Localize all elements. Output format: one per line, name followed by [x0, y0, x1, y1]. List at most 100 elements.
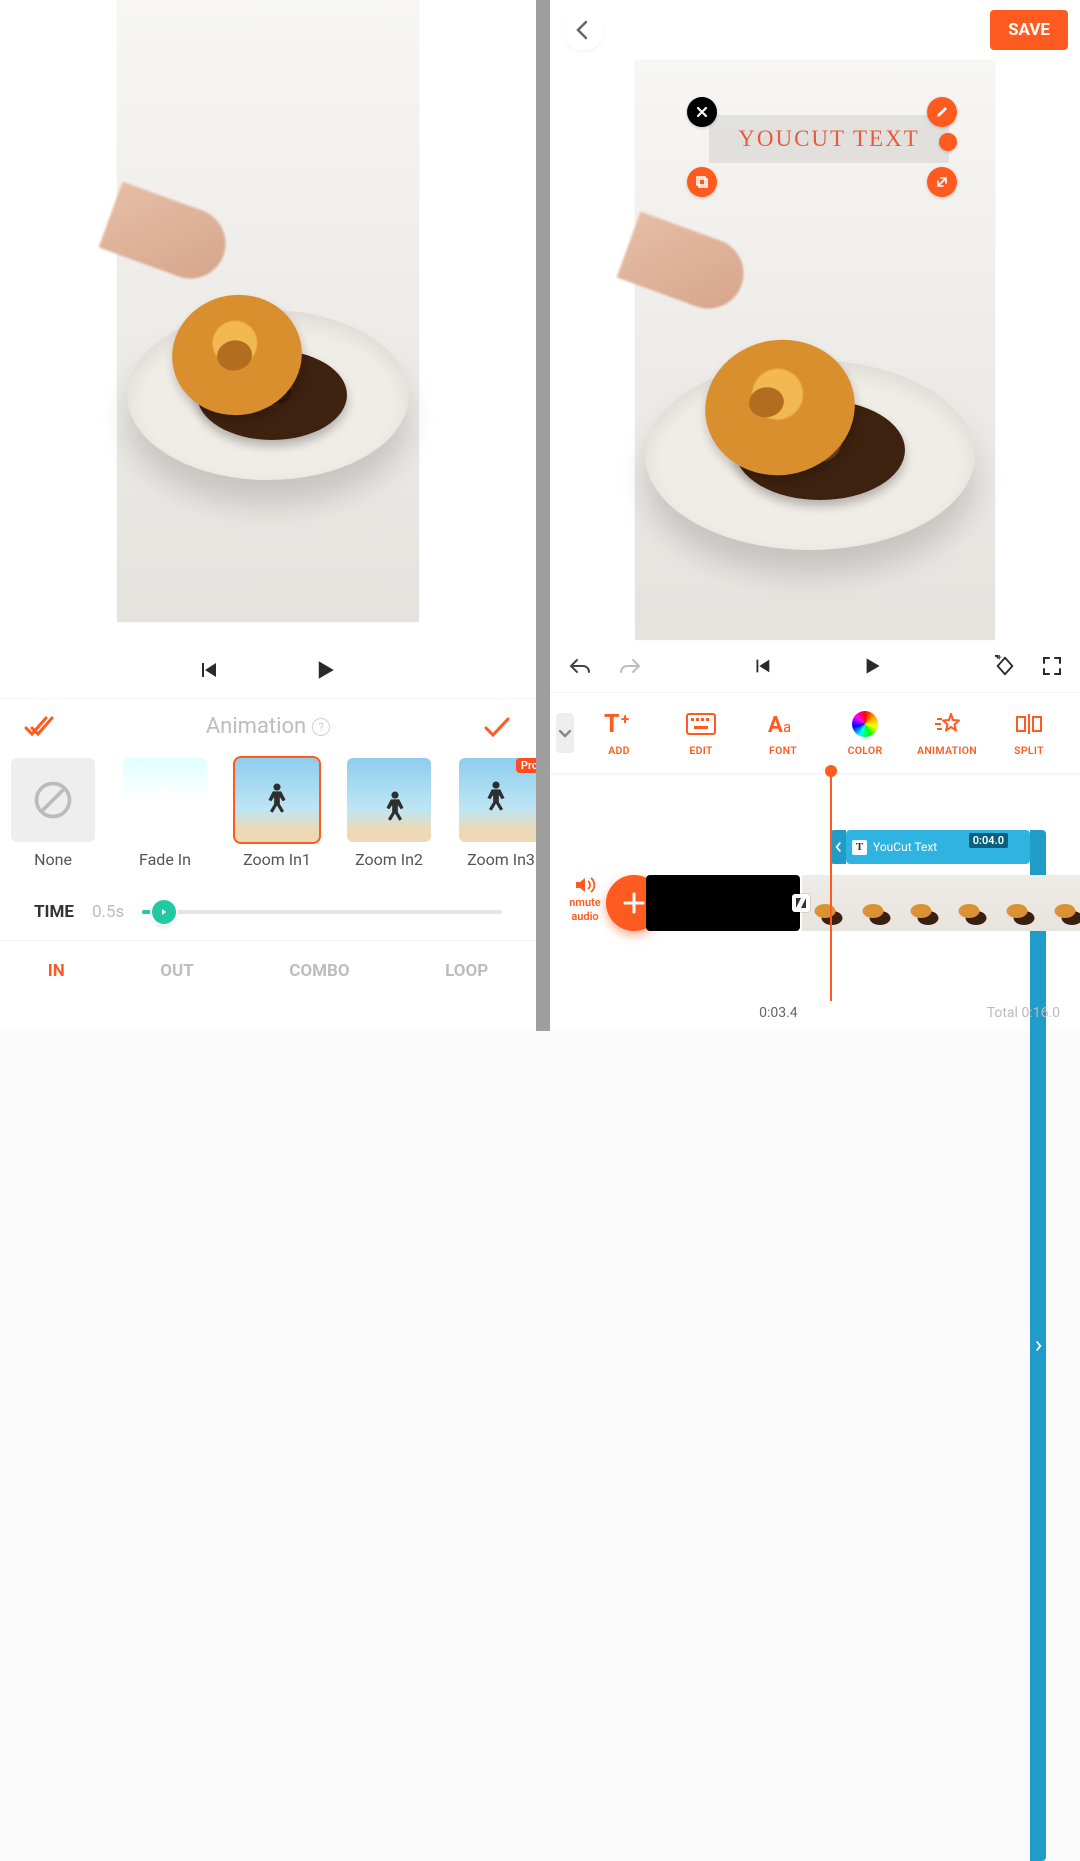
animation-panel: Animation ? None Fade In Zoom In1 [0, 0, 536, 1031]
svg-text:+: + [621, 711, 629, 728]
timeline-time-row: 0:03.4 Total 0:16.0 [550, 1001, 1080, 1025]
video-preview [0, 0, 536, 642]
tab-combo[interactable]: COMBO [279, 953, 359, 989]
video-clip-black[interactable] [646, 875, 800, 931]
text-clip-T-icon: T [852, 840, 867, 855]
transition-icon[interactable] [792, 894, 810, 912]
slider-thumb[interactable] [152, 900, 176, 924]
none-icon [11, 758, 95, 842]
save-button[interactable]: SAVE [990, 10, 1068, 50]
tool-edit[interactable]: EDIT [664, 710, 738, 757]
video-track-frames[interactable] [802, 875, 1080, 931]
tool-animation[interactable]: ANIMATION [910, 710, 984, 757]
keyframe-icon[interactable]: + [994, 655, 1016, 677]
tab-loop[interactable]: LOOP [435, 953, 498, 989]
resize-text-icon[interactable] [927, 167, 957, 197]
anim-label: Zoom In2 [355, 850, 423, 869]
text-overlay-content: YOUCUT TEXT [738, 126, 920, 152]
tool-label: ADD [608, 744, 630, 757]
edit-text-icon[interactable] [927, 97, 957, 127]
delete-text-icon[interactable] [687, 97, 717, 127]
svg-text:a: a [783, 718, 791, 736]
text-overlay-box[interactable]: YOUCUT TEXT [709, 115, 949, 163]
tool-label: ANIMATION [917, 744, 977, 757]
redo-icon[interactable] [618, 656, 642, 676]
tool-label: EDIT [689, 744, 712, 757]
video-frame [117, 0, 419, 622]
clip-label: YouCut Text [873, 840, 937, 854]
keyboard-icon [686, 710, 716, 738]
play-icon[interactable] [310, 655, 340, 685]
play-icon[interactable] [859, 653, 885, 679]
current-time: 0:03.4 [759, 1005, 798, 1021]
help-icon[interactable]: ? [312, 718, 330, 736]
text-clip[interactable]: T YouCut Text 0:04.0 [846, 830, 1030, 864]
animation-header: Animation ? [0, 698, 536, 754]
time-slider[interactable] [142, 910, 502, 914]
svg-text:A: A [768, 713, 783, 736]
tool-color[interactable]: COLOR [828, 710, 902, 757]
animation-options: None Fade In Zoom In1 Zoom In2 Pro Z [0, 754, 536, 884]
anim-label: None [34, 850, 72, 869]
text-overlay-frame[interactable]: YOUCUT TEXT [675, 95, 955, 175]
time-value: 0.5s [92, 902, 124, 922]
undo-icon[interactable] [568, 656, 592, 676]
fullscreen-icon[interactable] [1042, 656, 1062, 676]
svg-text:+: + [997, 655, 1002, 664]
unmute-audio-button[interactable]: nmute audio [558, 875, 612, 923]
pro-badge: Pro [516, 758, 536, 773]
tab-in[interactable]: IN [38, 953, 75, 989]
anim-label: Zoom In3 [467, 850, 535, 869]
editor-panel: SAVE YOUCUT TEXT [550, 0, 1080, 1031]
top-bar: SAVE [550, 0, 1080, 60]
text-clip-track: T YouCut Text 0:04.0 [830, 830, 1046, 864]
tool-label: COLOR [848, 744, 883, 757]
anim-option-zoomin2[interactable]: Zoom In2 [340, 758, 438, 884]
font-icon: Aa [768, 710, 798, 738]
animation-time: TIME 0.5s [0, 884, 536, 940]
collapse-toolbar-icon[interactable] [556, 713, 574, 753]
time-label: TIME [34, 902, 74, 922]
anim-option-zoomin3[interactable]: Pro Zoom In3 [452, 758, 536, 884]
tool-add[interactable]: T+ ADD [582, 710, 656, 757]
skip-start-icon[interactable] [751, 655, 773, 677]
split-icon [1015, 710, 1043, 738]
video-track[interactable] [646, 875, 800, 931]
playhead[interactable] [830, 769, 832, 1001]
anim-label: Fade In [139, 850, 191, 869]
tool-label: SPLIT [1014, 744, 1044, 757]
animation-title: Animation ? [54, 714, 482, 739]
add-text-icon: T+ [604, 710, 634, 738]
video-frame[interactable]: YOUCUT TEXT [635, 60, 995, 640]
clip-handle-left[interactable] [830, 830, 846, 864]
anim-label: Zoom In1 [243, 850, 311, 869]
apply-all-icon[interactable] [24, 716, 54, 738]
anim-option-fadein[interactable]: Fade In [116, 758, 214, 884]
color-wheel-icon [852, 710, 878, 738]
copy-text-icon[interactable] [687, 167, 717, 197]
timeline[interactable]: T YouCut Text 0:04.0 nmute audio 0:03.4 [550, 774, 1080, 1031]
tab-out[interactable]: OUT [150, 953, 203, 989]
total-time: Total 0:16.0 [987, 1005, 1060, 1021]
panel-divider [536, 0, 550, 1031]
editor-playback-row: + [550, 640, 1080, 692]
anchor-dot-icon[interactable] [939, 133, 957, 151]
back-button[interactable] [562, 9, 604, 51]
tool-font[interactable]: Aa FONT [746, 710, 820, 757]
playback-controls [0, 642, 536, 698]
confirm-icon[interactable] [482, 716, 512, 738]
anim-option-none[interactable]: None [4, 758, 102, 884]
tool-split[interactable]: SPLIT [992, 710, 1066, 757]
animation-mode-tabs: IN OUT COMBO LOOP [0, 940, 536, 1000]
svg-text:T: T [604, 711, 620, 737]
tool-delete[interactable]: DEL [1074, 710, 1080, 757]
clip-duration: 0:04.0 [969, 833, 1008, 848]
anim-option-zoomin1[interactable]: Zoom In1 [228, 758, 326, 884]
speaker-icon [574, 875, 596, 895]
text-toolbar: T+ ADD EDIT Aa FONT COLOR ANIMATION [550, 692, 1080, 774]
tool-label: FONT [769, 744, 797, 757]
skip-start-icon[interactable] [196, 658, 220, 682]
animation-icon [933, 710, 961, 738]
clip-handle-right[interactable] [1030, 830, 1046, 1861]
video-preview: YOUCUT TEXT [550, 60, 1080, 640]
